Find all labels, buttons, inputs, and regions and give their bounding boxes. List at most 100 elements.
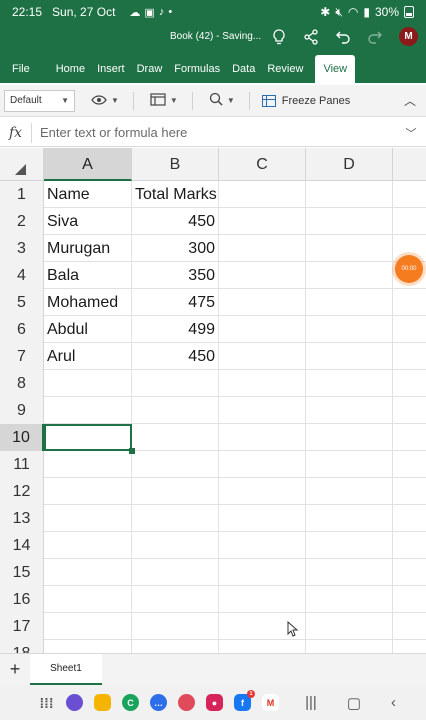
row-header[interactable]: 15 [0,559,44,586]
row-header[interactable]: 13 [0,505,44,532]
cell-d16[interactable] [306,586,393,613]
cell-c3[interactable] [219,235,306,262]
cell-a16[interactable] [44,586,132,613]
cell-c1[interactable] [219,181,306,208]
galaxy-store-icon[interactable] [66,694,83,711]
cell-a1[interactable]: Name [44,181,132,208]
cell-a18[interactable] [44,640,132,653]
cell-d4[interactable] [306,262,393,289]
cell-b11[interactable] [132,451,219,478]
add-sheet-button[interactable]: + [0,654,30,685]
sheet-tab[interactable]: Sheet1 [30,654,102,685]
row-header[interactable]: 2 [0,208,44,235]
cell-c15[interactable] [219,559,306,586]
my-files-icon[interactable] [94,694,111,711]
cell-a3[interactable]: Murugan [44,235,132,262]
cell-d1[interactable] [306,181,393,208]
contacts-icon[interactable] [178,694,195,711]
cell-a17[interactable] [44,613,132,640]
cell-a2[interactable]: Siva [44,208,132,235]
recent-apps-icon[interactable]: ||| [305,694,317,711]
facebook-icon[interactable]: f1 [234,690,255,711]
cell-b6[interactable]: 499 [132,316,219,343]
column-header-c[interactable]: C [219,148,306,181]
cell-a7[interactable]: Arul [44,343,132,370]
row-header[interactable]: 9 [0,397,44,424]
cell-d6[interactable] [306,316,393,343]
fill-handle[interactable] [129,448,135,454]
freeze-panes-button[interactable]: Freeze Panes [261,94,350,107]
view-style-dropdown[interactable]: Default ▼ [4,89,75,112]
cell-d7[interactable] [306,343,393,370]
cell-c16[interactable] [219,586,306,613]
column-header-d[interactable]: D [306,148,393,181]
tab-insert[interactable]: Insert [91,55,131,83]
cell-d5[interactable] [306,289,393,316]
row-header[interactable]: 1 [0,181,44,208]
cell-b10[interactable] [132,424,219,451]
row-header[interactable]: 12 [0,478,44,505]
select-all-corner[interactable] [0,148,44,181]
cell-d13[interactable] [306,505,393,532]
row-header[interactable]: 4 [0,262,44,289]
tab-file[interactable]: File [0,55,50,83]
collapse-ribbon-icon[interactable]: ︿ [404,92,416,109]
tab-draw[interactable]: Draw [131,55,169,83]
cell-c10[interactable] [219,424,306,451]
cell-a8[interactable] [44,370,132,397]
cell-c5[interactable] [219,289,306,316]
document-title[interactable]: Book (42) - Saving... [170,31,261,42]
tab-review[interactable]: Review [261,55,309,83]
zoom-button[interactable]: ▼ [209,92,235,109]
row-header[interactable]: 5 [0,289,44,316]
show-hide-button[interactable]: ▼ [91,94,119,108]
cell-d11[interactable] [306,451,393,478]
tab-formulas[interactable]: Formulas [168,55,226,83]
cell-a10[interactable] [44,424,132,451]
row-header[interactable]: 11 [0,451,44,478]
cell-c2[interactable] [219,208,306,235]
cell-a9[interactable] [44,397,132,424]
cell-b18[interactable] [132,640,219,653]
cell-c8[interactable] [219,370,306,397]
phone-icon[interactable]: C [122,694,139,711]
cell-d2[interactable] [306,208,393,235]
chevron-down-icon[interactable]: ﹀ [396,125,426,141]
column-header-b[interactable]: B [132,148,219,181]
row-header[interactable]: 7 [0,343,44,370]
cell-c9[interactable] [219,397,306,424]
messages-icon[interactable]: … [150,694,167,711]
recorder-bubble[interactable]: 00:00 [395,255,423,283]
back-icon[interactable]: ‹ [391,694,396,711]
cell-b13[interactable] [132,505,219,532]
cell-c11[interactable] [219,451,306,478]
cell-a5[interactable]: Mohamed [44,289,132,316]
cell-d8[interactable] [306,370,393,397]
cell-b12[interactable] [132,478,219,505]
cell-d12[interactable] [306,478,393,505]
cell-c12[interactable] [219,478,306,505]
tab-view[interactable]: View [315,55,356,83]
row-header[interactable]: 18 [0,640,44,653]
cell-b7[interactable]: 450 [132,343,219,370]
cell-b9[interactable] [132,397,219,424]
row-header[interactable]: 10 [0,424,44,451]
cell-c6[interactable] [219,316,306,343]
cell-a15[interactable] [44,559,132,586]
cell-d18[interactable] [306,640,393,653]
undo-icon[interactable] [335,29,351,45]
share-icon[interactable] [303,28,319,45]
redo-icon[interactable] [367,29,383,45]
cell-c18[interactable] [219,640,306,653]
cell-b2[interactable]: 450 [132,208,219,235]
cell-b3[interactable]: 300 [132,235,219,262]
cell-b17[interactable] [132,613,219,640]
cell-c13[interactable] [219,505,306,532]
row-header[interactable]: 14 [0,532,44,559]
cell-a14[interactable] [44,532,132,559]
cell-a6[interactable]: Abdul [44,316,132,343]
row-header[interactable]: 6 [0,316,44,343]
cell-b4[interactable]: 350 [132,262,219,289]
formula-input[interactable] [32,125,396,140]
lightbulb-icon[interactable] [271,28,287,45]
